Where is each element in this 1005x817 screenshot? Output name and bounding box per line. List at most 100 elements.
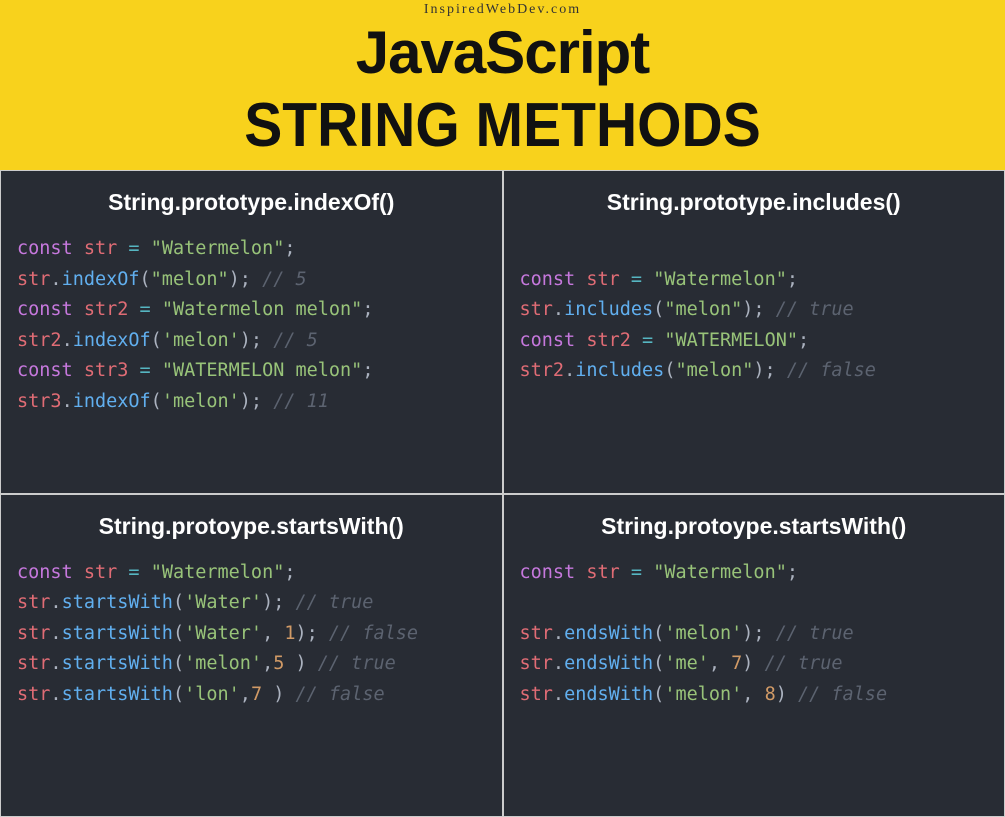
code-token <box>73 360 84 381</box>
code-block: const str = "Watermelon"; str.endsWith('… <box>520 558 989 711</box>
code-token: // true <box>318 653 396 674</box>
code-token: ( <box>653 299 664 320</box>
code-token: ) <box>776 684 787 705</box>
code-token: ); <box>229 269 251 290</box>
code-token <box>262 391 273 412</box>
code-token: str2 <box>84 299 129 320</box>
code-block: const str = "Watermelon"; str.startsWith… <box>17 558 486 711</box>
code-token: str2 <box>586 330 631 351</box>
code-token <box>642 562 653 583</box>
code-token <box>140 562 151 583</box>
code-token: const <box>520 562 576 583</box>
code-token: // false <box>787 360 876 381</box>
code-token <box>787 684 798 705</box>
code-token: . <box>553 684 564 705</box>
code-token <box>117 238 128 259</box>
code-token: ; <box>798 330 809 351</box>
code-token: , <box>709 653 731 674</box>
code-token: . <box>50 623 61 644</box>
code-token: startsWith <box>62 653 173 674</box>
code-token: ); <box>240 330 262 351</box>
code-token: endsWith <box>564 623 653 644</box>
code-token: "melon" <box>664 299 742 320</box>
code-token: . <box>553 653 564 674</box>
code-token: = <box>140 299 151 320</box>
code-token: "WATERMELON" <box>664 330 798 351</box>
code-token: "melon" <box>675 360 753 381</box>
code-token: str <box>17 269 50 290</box>
code-token: indexOf <box>73 391 151 412</box>
code-token <box>128 299 139 320</box>
title-line-2: STRING METHODS <box>40 92 965 160</box>
code-token: ; <box>284 238 295 259</box>
code-token: // 11 <box>273 391 329 412</box>
code-token: // false <box>329 623 418 644</box>
code-token: ) <box>284 653 306 674</box>
code-token: 'Water' <box>184 623 262 644</box>
code-token: ); <box>240 391 262 412</box>
code-token: ( <box>664 360 675 381</box>
code-token: ) <box>742 653 753 674</box>
code-token: str <box>17 684 50 705</box>
title-line-1: JavaScript <box>0 20 1005 86</box>
code-token: "melon" <box>151 269 229 290</box>
code-token: // true <box>765 653 843 674</box>
panels-grid: String.prototype.indexOf() const str = "… <box>0 170 1005 817</box>
code-token: "Watermelon" <box>653 269 787 290</box>
code-token: , <box>262 623 284 644</box>
code-token: = <box>128 562 139 583</box>
code-token: endsWith <box>564 684 653 705</box>
code-token: 'melon' <box>184 653 262 674</box>
code-token: 'melon' <box>162 330 240 351</box>
code-token: ( <box>173 592 184 613</box>
code-token: indexOf <box>73 330 151 351</box>
code-token: const <box>17 360 73 381</box>
code-token: endsWith <box>564 653 653 674</box>
code-token: "Watermelon" <box>151 562 285 583</box>
code-token <box>765 623 776 644</box>
code-token <box>151 299 162 320</box>
code-token <box>73 238 84 259</box>
code-token <box>620 269 631 290</box>
code-token: ); <box>295 623 317 644</box>
code-token: str3 <box>84 360 129 381</box>
code-token: . <box>50 592 61 613</box>
code-token: // true <box>295 592 373 613</box>
code-token: = <box>128 238 139 259</box>
code-token: 5 <box>273 653 284 674</box>
code-token <box>642 269 653 290</box>
code-token: const <box>520 330 576 351</box>
code-token: . <box>50 653 61 674</box>
code-token: ); <box>742 299 764 320</box>
code-token <box>307 653 318 674</box>
code-token: str <box>586 562 619 583</box>
code-token: ( <box>653 623 664 644</box>
code-token: ( <box>173 623 184 644</box>
code-token: "WATERMELON melon" <box>162 360 362 381</box>
code-token <box>284 592 295 613</box>
code-token <box>140 238 151 259</box>
code-token: includes <box>564 299 653 320</box>
source-attribution: InspiredWebDev.com <box>0 2 1005 18</box>
code-token: "Watermelon" <box>653 562 787 583</box>
code-token: str2 <box>17 330 62 351</box>
code-token: ( <box>151 330 162 351</box>
code-token: ( <box>173 653 184 674</box>
code-token: ( <box>653 684 664 705</box>
code-token: // 5 <box>273 330 318 351</box>
code-token: // true <box>776 623 854 644</box>
code-token: 7 <box>251 684 262 705</box>
code-token: ; <box>787 562 798 583</box>
code-token: , <box>742 684 764 705</box>
code-token: . <box>50 269 61 290</box>
code-token <box>73 299 84 320</box>
code-token: 1 <box>284 623 295 644</box>
code-token <box>753 653 764 674</box>
code-token: str <box>586 269 619 290</box>
code-token: "Watermelon melon" <box>162 299 362 320</box>
code-token: ; <box>787 269 798 290</box>
code-token: str <box>520 299 553 320</box>
code-token: str <box>520 623 553 644</box>
code-token: str <box>520 684 553 705</box>
code-token: const <box>17 562 73 583</box>
